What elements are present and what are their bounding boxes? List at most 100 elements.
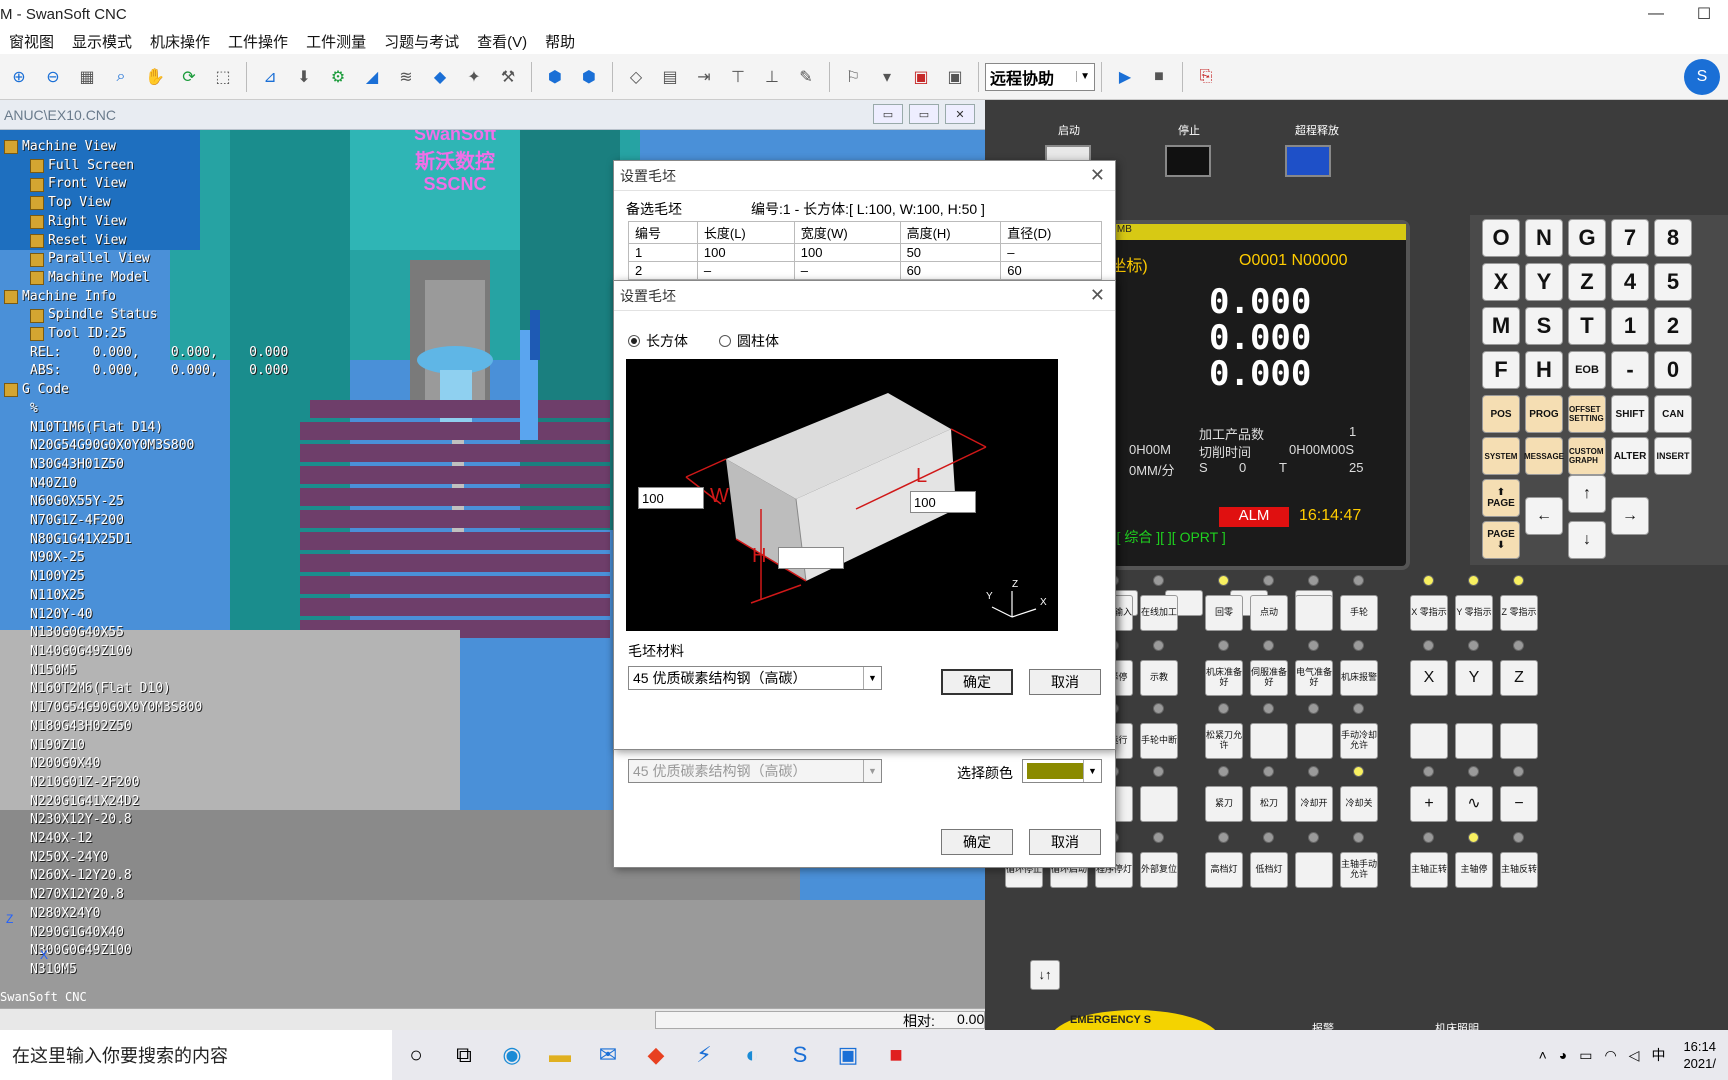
cnc-taskbar-icon[interactable]: ▣ — [824, 1030, 872, 1080]
tree-item[interactable]: REL: 0.000, 0.000, 0.000 — [0, 344, 288, 363]
tree-item[interactable]: N70G1Z-4F200 — [0, 512, 288, 531]
taskbar-search[interactable]: 在这里输入你要搜索的内容 — [0, 1030, 392, 1080]
control-button[interactable]: 主轴手动允许 — [1340, 852, 1378, 888]
layout-icon[interactable]: ▤ — [656, 63, 684, 91]
minimize-icon[interactable]: — — [1632, 0, 1680, 28]
tree-item[interactable]: N230X12Y-20.8 — [0, 811, 288, 830]
axis-control-button[interactable]: + — [1410, 786, 1448, 822]
control-button[interactable]: 冷却关 — [1340, 786, 1378, 822]
tool-setting-icon[interactable]: ⚙ — [324, 63, 352, 91]
tree-item[interactable]: % — [0, 400, 288, 419]
height-input[interactable] — [778, 547, 844, 569]
tree-item[interactable]: N110X25 — [0, 587, 288, 606]
control-button[interactable]: 外部复位 — [1140, 852, 1178, 888]
broadcast-icon[interactable]: ⚐ — [839, 63, 867, 91]
tree-item[interactable]: N80G1G41X25D1 — [0, 531, 288, 550]
zoom-window-icon[interactable]: ▦ — [73, 63, 101, 91]
cancel-button-back[interactable]: 取消 — [1029, 829, 1101, 855]
tree-item[interactable]: ABS: 0.000, 0.000, 0.000 — [0, 362, 288, 381]
material-select[interactable]: 45 优质碳素结构钢（高碳） ▼ — [628, 666, 882, 690]
menu-exercises[interactable]: 习题与考试 — [375, 31, 468, 52]
axis-control-button[interactable]: Z 零指示 — [1500, 595, 1538, 631]
tree-item[interactable]: N170G54G90G0X0Y0M3S800 — [0, 699, 288, 718]
menu-check[interactable]: 查看(V) — [468, 31, 536, 52]
close-icon[interactable]: ✕ — [945, 104, 975, 124]
pen-icon[interactable]: ✎ — [792, 63, 820, 91]
tree-item[interactable]: N250X-24Y0 — [0, 849, 288, 868]
clock-area[interactable]: 16:14 2021/ — [1677, 1038, 1722, 1072]
axis-control-button[interactable]: Z — [1500, 660, 1538, 696]
control-button[interactable]: 手轮 — [1340, 595, 1378, 631]
app-diamond-icon[interactable]: ◆ — [632, 1030, 680, 1080]
length-input[interactable]: 100 — [910, 491, 976, 513]
menu-view[interactable]: 窗视图 — [0, 31, 63, 52]
tree-item[interactable]: Reset View — [0, 232, 288, 251]
play-icon[interactable]: ▶ — [1111, 63, 1139, 91]
control-button[interactable]: 在线加工 — [1140, 595, 1178, 631]
tree-item[interactable]: N260X-12Y20.8 — [0, 867, 288, 886]
close-icon[interactable]: ✕ — [1090, 165, 1105, 186]
battery-icon[interactable]: ▭ — [1579, 1047, 1592, 1064]
axis-control-button[interactable]: Y — [1455, 660, 1493, 696]
tree-item[interactable]: N160T2M6(Flat D10) — [0, 680, 288, 699]
tree-item[interactable]: Top View — [0, 194, 288, 213]
control-button[interactable] — [1250, 723, 1288, 759]
control-button[interactable] — [1140, 786, 1178, 822]
blank-control-button[interactable] — [1410, 723, 1448, 759]
axis-control-button[interactable]: − — [1500, 786, 1538, 822]
save-as-icon[interactable]: ▣ — [941, 63, 969, 91]
cortana-icon[interactable]: ○ — [392, 1030, 440, 1080]
blank-control-button[interactable] — [1500, 723, 1538, 759]
menu-display-mode[interactable]: 显示模式 — [63, 31, 141, 52]
maximize-icon[interactable]: ☐ — [1680, 0, 1728, 28]
tree-item[interactable]: N210G01Z-2F200 — [0, 774, 288, 793]
recorder-icon[interactable]: ■ — [872, 1030, 920, 1080]
save-icon[interactable]: ▣ — [907, 63, 935, 91]
tree-item[interactable]: Machine Info — [0, 288, 288, 307]
control-button[interactable]: 紧刀 — [1205, 786, 1243, 822]
rotate-icon[interactable]: ⟳ — [175, 63, 203, 91]
axis-control-button[interactable]: 主轴反转 — [1500, 852, 1538, 888]
clamp-icon[interactable]: ⚒ — [494, 63, 522, 91]
control-button[interactable]: 手轮中断 — [1140, 723, 1178, 759]
workpiece-icon[interactable]: ◆ — [426, 63, 454, 91]
tree-item[interactable]: N30G43H01Z50 — [0, 456, 288, 475]
select-box-icon[interactable]: ⬚ — [209, 63, 237, 91]
tree-item[interactable]: N240X-12 — [0, 830, 288, 849]
control-button[interactable] — [1295, 595, 1333, 631]
ok-button-back[interactable]: 确定 — [941, 829, 1013, 855]
pan-hand-icon[interactable]: ✋ — [141, 63, 169, 91]
mail-icon[interactable]: ✉ — [584, 1030, 632, 1080]
tree-item[interactable]: N10T1M6(Flat D14) — [0, 419, 288, 438]
radio-cuboid[interactable]: 长方体 — [628, 331, 688, 351]
volume-icon[interactable]: ◁ — [1629, 1047, 1640, 1064]
qq-icon[interactable]: ◕ — [1559, 1047, 1567, 1063]
width-input[interactable]: 100 — [638, 487, 704, 509]
measure-icon[interactable]: ◢ — [358, 63, 386, 91]
tool-length-icon[interactable]: ⊤ — [724, 63, 752, 91]
edge-icon[interactable]: ◉ — [488, 1030, 536, 1080]
task-view-icon[interactable]: ⧉ — [440, 1030, 488, 1080]
swansoft-taskbar-icon[interactable]: S — [776, 1030, 824, 1080]
chevron-up-icon[interactable]: ˄ — [1539, 1047, 1547, 1063]
tree-item[interactable]: N290G1G40X40 — [0, 924, 288, 943]
tree-item[interactable]: N280X24Y0 — [0, 905, 288, 924]
menu-workpiece-ops[interactable]: 工件操作 — [219, 31, 297, 52]
control-button[interactable]: 低档灯 — [1250, 852, 1288, 888]
tree-item[interactable]: N40Z10 — [0, 475, 288, 494]
table-row[interactable]: 1 100 100 50 – — [628, 243, 1102, 262]
tree-item[interactable]: Full Screen — [0, 157, 288, 176]
network-icon[interactable]: ◠ — [1604, 1047, 1616, 1064]
star-icon[interactable]: ✦ — [460, 63, 488, 91]
tree-item[interactable]: Machine Model — [0, 269, 288, 288]
blank-control-button[interactable] — [1455, 723, 1493, 759]
coordinate-icon[interactable]: ⊿ — [256, 63, 284, 91]
control-button[interactable]: 松紧刀允许 — [1205, 723, 1243, 759]
tree-item[interactable]: N90X-25 — [0, 549, 288, 568]
tree-item[interactable]: Machine View — [0, 138, 288, 157]
coolant-icon[interactable]: ≋ — [392, 63, 420, 91]
toggle-button[interactable]: ↓↑ — [1030, 960, 1060, 990]
download-icon[interactable]: ⬇ — [290, 63, 318, 91]
menu-machine-ops[interactable]: 机床操作 — [141, 31, 219, 52]
zoom-in-icon[interactable]: ⊕ — [5, 63, 33, 91]
